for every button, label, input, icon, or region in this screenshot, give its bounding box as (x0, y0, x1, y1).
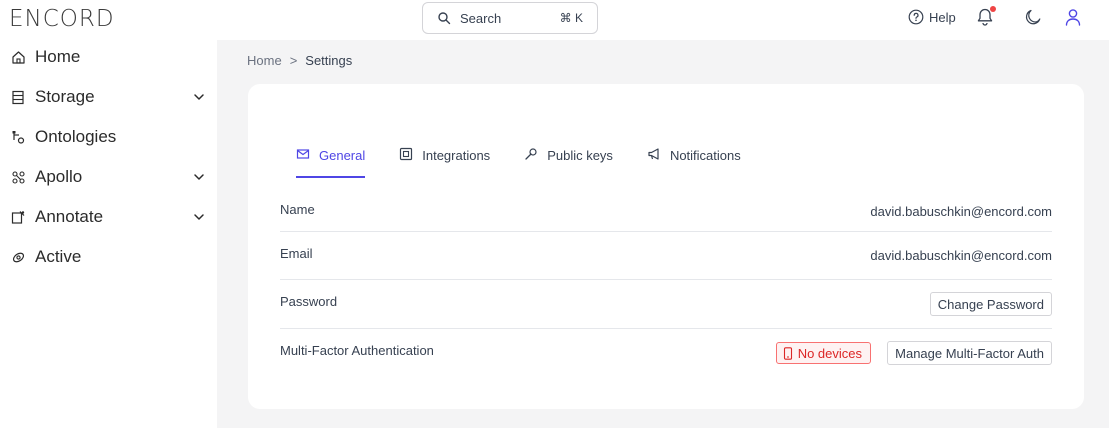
sidebar-item-apollo[interactable]: Apollo (10, 165, 205, 189)
active-icon (10, 249, 26, 265)
home-icon (10, 49, 26, 65)
notification-dot (990, 6, 996, 12)
password-label: Password (280, 294, 338, 309)
password-row: Password Change Password (280, 280, 1052, 329)
help-button[interactable]: Help (908, 9, 956, 25)
annotate-icon (10, 209, 26, 225)
tab-label: Integrations (422, 148, 491, 163)
search-shortcut: ⌘ K (559, 11, 583, 25)
help-icon (908, 9, 924, 25)
sidebar-item-storage[interactable]: Storage (10, 85, 205, 109)
tab-notifications[interactable]: Notifications (647, 144, 741, 178)
sidebar-item-ontologies[interactable]: Ontologies (10, 125, 205, 149)
mobile-device-icon (783, 346, 792, 360)
sidebar-item-annotate[interactable]: Annotate (10, 205, 205, 229)
main-content: Home > Settings General Integrations Pub… (217, 40, 1109, 428)
megaphone-icon (647, 147, 661, 161)
sidebar: Home Storage Ontologies Apollo Annotate (0, 40, 217, 428)
tab-label: Public keys (547, 148, 613, 163)
sidebar-item-label: Annotate (35, 207, 104, 226)
sidebar-item-label: Home (35, 47, 81, 66)
breadcrumb: Home > Settings (247, 53, 352, 68)
tab-integrations[interactable]: Integrations (399, 144, 490, 178)
tab-public-keys[interactable]: Public keys (524, 144, 613, 178)
manage-mfa-button[interactable]: Manage Multi-Factor Auth (887, 341, 1052, 365)
mfa-status-badge: No devices (775, 342, 871, 364)
settings-card: General Integrations Public keys Notific… (248, 84, 1084, 409)
user-icon[interactable] (1065, 8, 1081, 26)
chevron-down-icon[interactable] (193, 91, 205, 103)
storage-icon (10, 89, 26, 105)
breadcrumb-home-link[interactable]: Home (247, 53, 282, 68)
search-icon (437, 11, 451, 25)
name-value: david.babuschkin@encord.com (870, 204, 1052, 219)
encord-logo[interactable]: ENCORD (9, 6, 115, 32)
sidebar-item-active[interactable]: Active (10, 245, 205, 269)
tab-label: Notifications (669, 148, 741, 163)
tab-label: General (319, 148, 366, 163)
key-icon (524, 147, 538, 161)
chevron-down-icon[interactable] (193, 171, 205, 183)
email-row: Email david.babuschkin@encord.com (280, 232, 1052, 280)
integration-icon (399, 147, 413, 161)
sidebar-item-label: Apollo (35, 167, 83, 186)
apollo-icon (10, 169, 26, 185)
settings-list: Name david.babuschkin@encord.com Email d… (280, 188, 1052, 377)
name-label: Name (280, 202, 315, 217)
mfa-badge-label: No devices (797, 345, 862, 361)
sidebar-item-home[interactable]: Home (10, 45, 205, 69)
mfa-row: Multi-Factor Authentication No devices M… (280, 329, 1052, 377)
help-label: Help (929, 9, 956, 25)
moon-icon[interactable] (1024, 8, 1042, 26)
ontology-icon (10, 129, 26, 145)
sidebar-item-label: Active (35, 247, 82, 266)
search-label: Search (460, 10, 502, 26)
chevron-down-icon[interactable] (193, 211, 205, 223)
sidebar-item-label: Storage (35, 87, 95, 106)
search-button[interactable]: Search ⌘ K (422, 2, 598, 34)
mail-icon (296, 147, 310, 161)
email-label: Email (280, 246, 313, 261)
settings-tabs: General Integrations Public keys Notific… (296, 144, 775, 178)
email-value: david.babuschkin@encord.com (870, 248, 1052, 263)
name-row: Name david.babuschkin@encord.com (280, 188, 1052, 232)
sidebar-item-label: Ontologies (35, 127, 117, 146)
breadcrumb-separator: > (289, 53, 298, 68)
breadcrumb-current: Settings (305, 53, 353, 68)
mfa-label: Multi-Factor Authentication (280, 343, 434, 358)
tab-general[interactable]: General (296, 144, 366, 178)
change-password-button[interactable]: Change Password (929, 292, 1052, 316)
